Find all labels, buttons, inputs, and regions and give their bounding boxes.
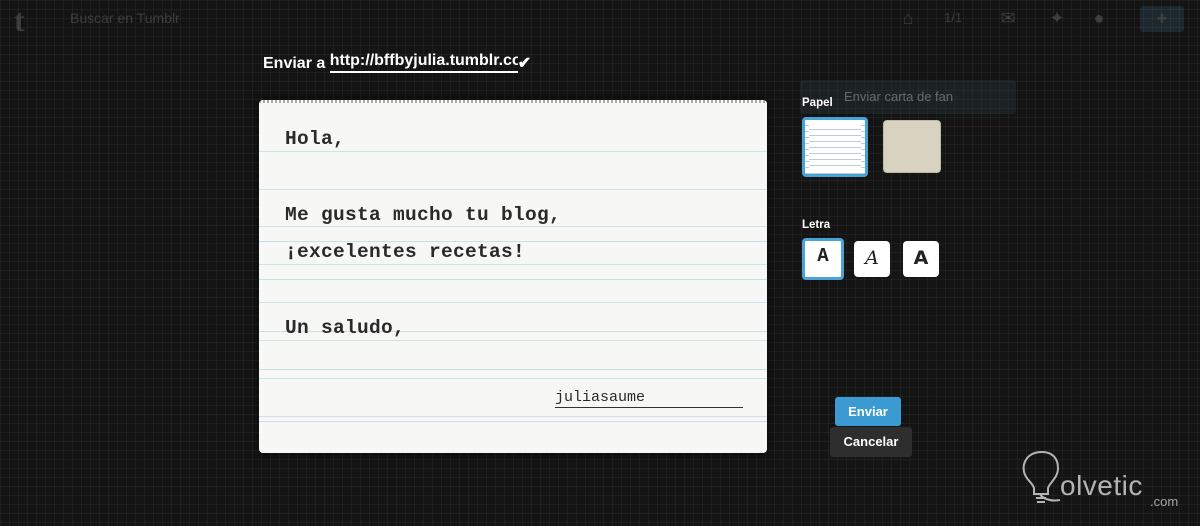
recipient-url-field[interactable]: http://bffbyjulia.tumblr.com — [329, 52, 518, 73]
paper-rule — [259, 226, 767, 227]
check-icon: ✔ — [517, 55, 532, 72]
paper-rule — [259, 302, 767, 303]
letter-line[interactable]: Me gusta mucho tu blog, — [285, 204, 561, 226]
paper-rule — [259, 264, 767, 265]
signature-field[interactable]: juliasaume — [555, 389, 743, 408]
send-to-row: Enviar a http://bffbyjulia.tumblr.com✔ — [263, 52, 531, 73]
new-post-button[interactable]: ✚ — [1140, 6, 1184, 32]
cancel-button[interactable]: Cancelar — [830, 427, 912, 457]
home-icon[interactable]: ⌂ — [897, 8, 919, 28]
font-label: Letra — [802, 219, 831, 231]
paper-rule — [259, 416, 767, 417]
font-option-typewriter[interactable]: A — [802, 238, 844, 280]
paper-rule — [259, 340, 767, 341]
paper-label: Papel — [802, 97, 833, 109]
paper-rule — [259, 151, 767, 152]
paper-option-cream[interactable] — [883, 120, 941, 173]
paper-rule — [259, 378, 767, 379]
page-count: 1/1 — [944, 10, 963, 25]
activity-icon[interactable]: ✦ — [1046, 8, 1068, 28]
top-bar: t Buscar en Tumblr ⌂ 1/1 ✉ ✦ ● ✚ — [0, 0, 1200, 38]
tumblr-logo-icon[interactable]: t — [14, 2, 25, 39]
lined-paper-icon — [809, 124, 861, 170]
watermark-tld: .com — [1150, 494, 1179, 509]
mail-icon[interactable]: ✉ — [997, 8, 1019, 28]
paper-rule — [259, 189, 767, 190]
font-option-sans[interactable]: A — [903, 241, 939, 277]
account-icon[interactable]: ● — [1088, 8, 1110, 28]
send-button[interactable]: Enviar — [835, 397, 901, 426]
paper-option-lined[interactable] — [802, 117, 868, 177]
letter-line[interactable]: Un saludo, — [285, 317, 405, 339]
torn-edge — [259, 100, 767, 103]
letter-line[interactable]: ¡excelentes recetas! — [285, 241, 525, 263]
solvetic-watermark: olvetic .com — [1020, 448, 1188, 514]
letter-line[interactable]: Hola, — [285, 128, 345, 150]
letter-paper[interactable]: Hola, Me gusta mucho tu blog, ¡excelente… — [259, 100, 767, 453]
watermark-text: olvetic — [1060, 470, 1143, 501]
send-to-label: Enviar a — [263, 55, 326, 72]
font-option-handwritten[interactable]: A — [854, 241, 890, 277]
search-placeholder[interactable]: Buscar en Tumblr — [70, 10, 180, 26]
